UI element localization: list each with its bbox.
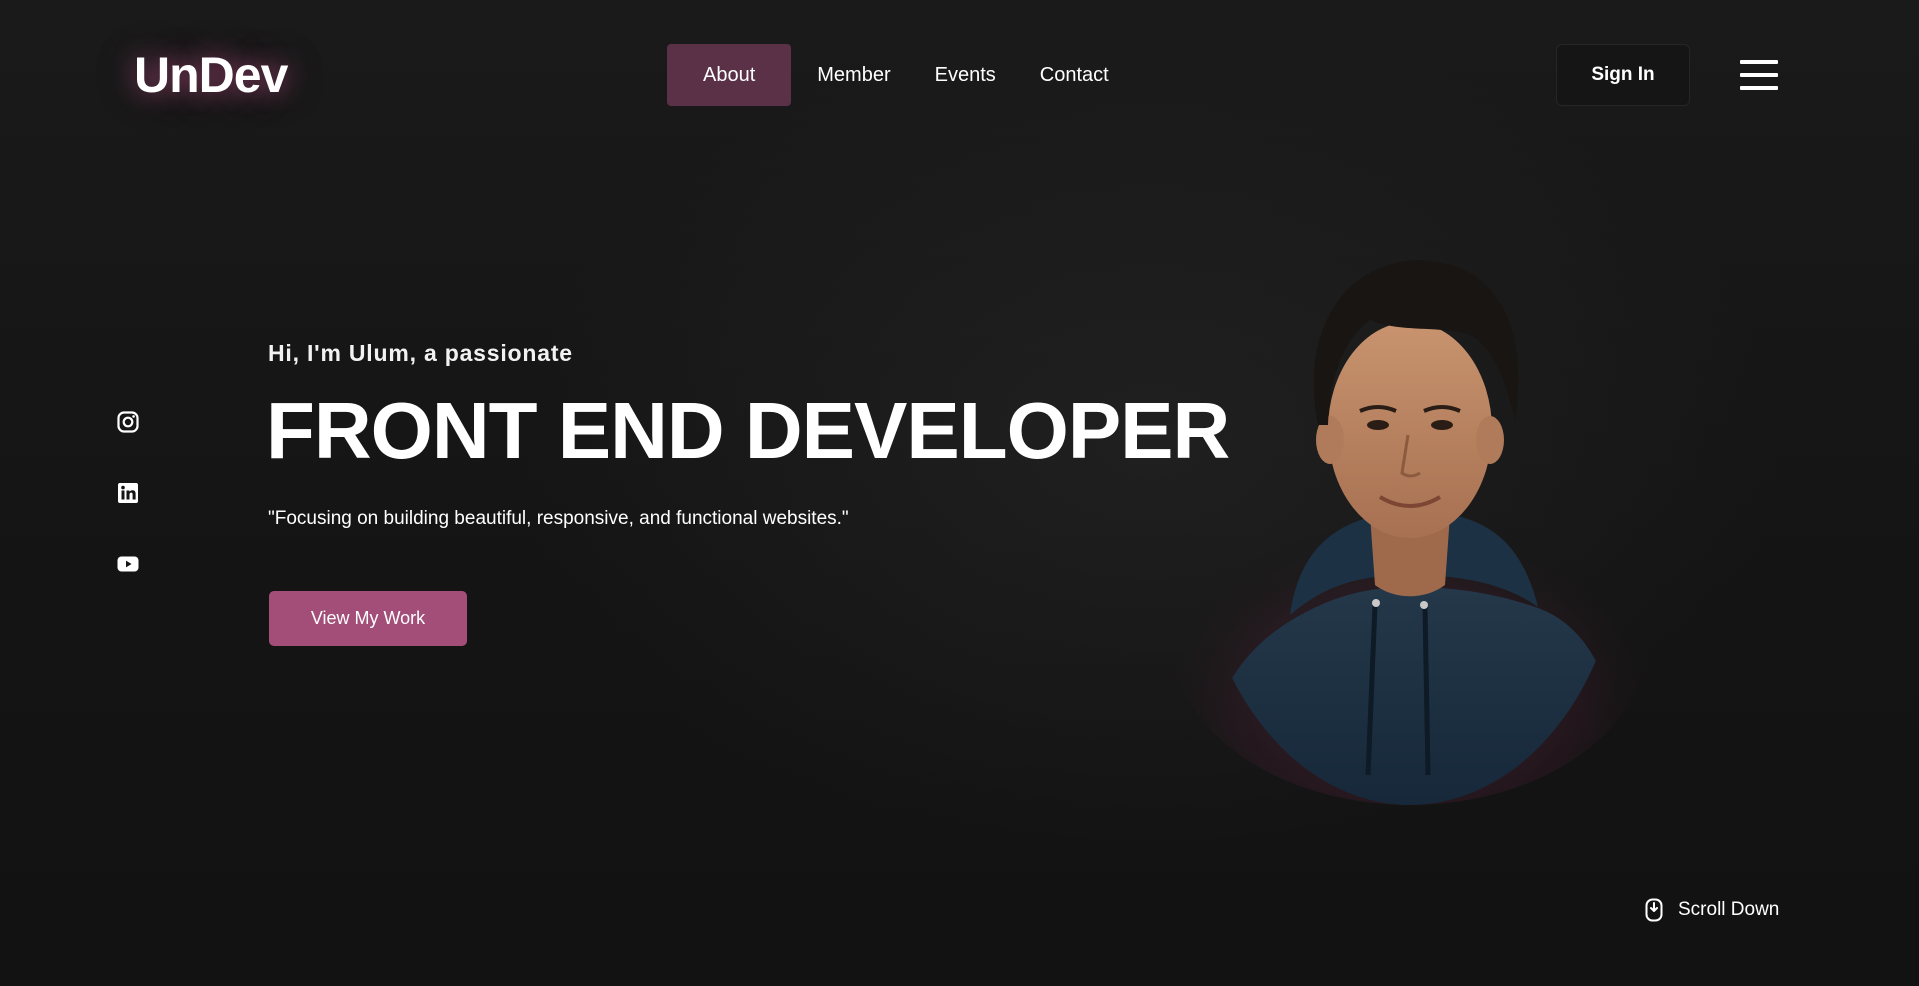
hamburger-menu-icon[interactable]	[1740, 60, 1778, 90]
hero-greeting: Hi, I'm Ulum, a passionate	[268, 340, 573, 366]
main-nav: About Member Events Contact	[667, 44, 1127, 106]
page: UnDev About Member Events Contact Sign I…	[0, 0, 1919, 986]
profile-portrait	[1170, 215, 1650, 805]
linkedin-icon[interactable]	[116, 481, 140, 505]
nav-item-events[interactable]: Events	[917, 44, 1014, 106]
nav-item-contact[interactable]: Contact	[1022, 44, 1127, 106]
logo[interactable]: UnDev	[134, 46, 288, 104]
instagram-icon[interactable]	[116, 410, 140, 434]
youtube-icon[interactable]	[116, 552, 140, 576]
scroll-down-label: Scroll Down	[1678, 899, 1780, 920]
sign-in-button[interactable]: Sign In	[1556, 44, 1690, 106]
nav-item-about[interactable]: About	[667, 44, 792, 106]
scroll-down[interactable]: Scroll Down	[1644, 898, 1779, 922]
hero-headline: FRONT END DEVELOPER	[266, 386, 1230, 475]
mouse-scroll-icon	[1644, 898, 1664, 922]
view-my-work-button[interactable]: View My Work	[269, 591, 467, 646]
nav-item-member[interactable]: Member	[799, 44, 908, 106]
hero-tagline: "Focusing on building beautiful, respons…	[268, 508, 849, 529]
